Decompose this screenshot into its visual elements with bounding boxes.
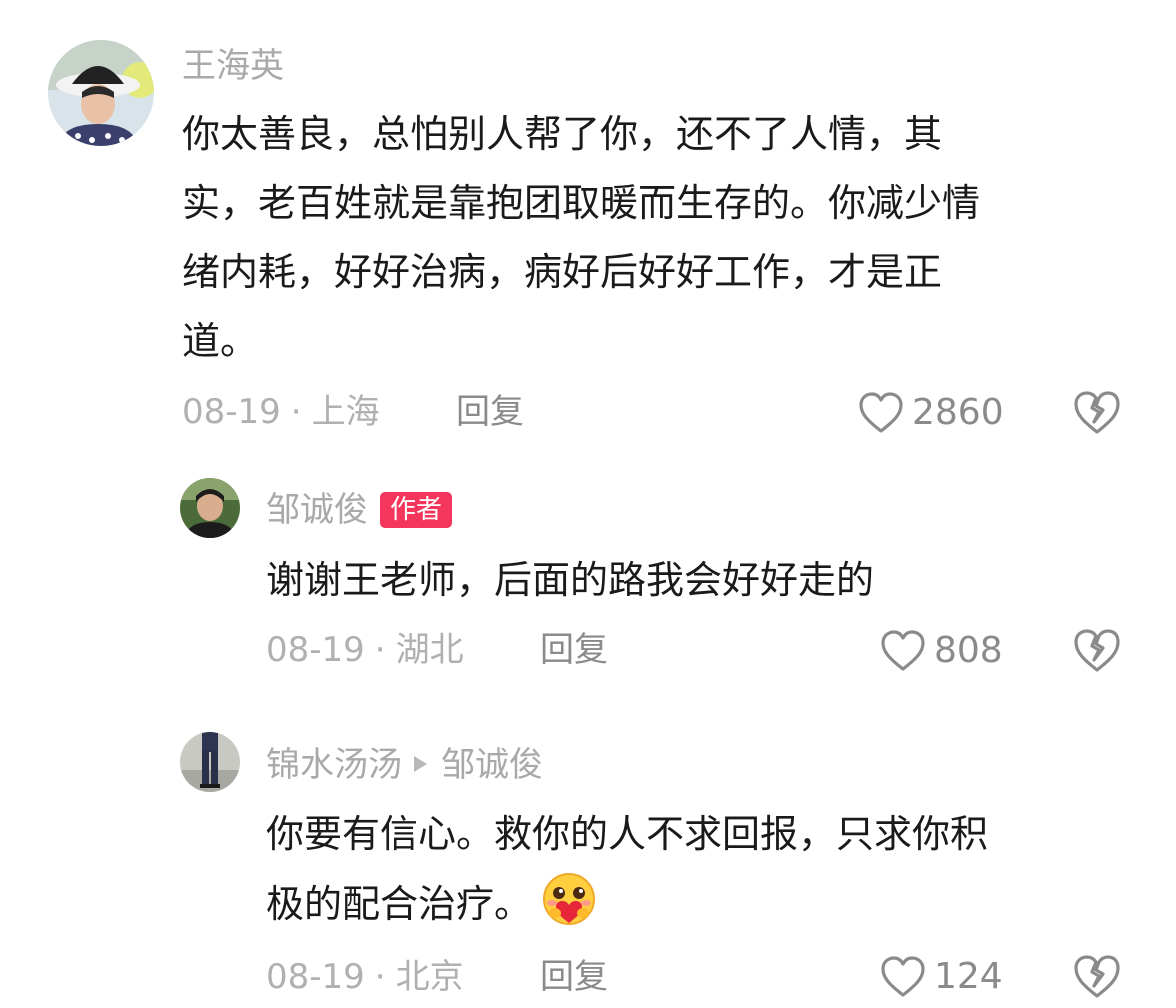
comment-text-line: 你太善良，总怕别人帮了你，还不了人情，其 xyxy=(182,112,943,156)
heart-outline-icon xyxy=(881,630,925,671)
comment-text-line: 道。 xyxy=(182,319,259,363)
comment-meta: 08-19 · 湖北 xyxy=(266,630,464,670)
reply-author-name[interactable]: 锦水汤汤 xyxy=(266,745,402,785)
reply-button[interactable]: 回复 xyxy=(540,957,608,997)
reply-username: 邹诚俊 作者 xyxy=(266,490,453,530)
comment-location: 湖北 xyxy=(395,630,464,670)
reply-button[interactable]: 回复 xyxy=(456,392,524,432)
comment-meta: 08-19 · 上海 xyxy=(182,392,380,432)
avatar[interactable] xyxy=(180,478,240,538)
broken-heart-icon[interactable] xyxy=(1072,626,1122,676)
comment-text: 你太善良，总怕别人帮了你，还不了人情，其 实，老百姓就是靠抱团取暖而生存的。你减… xyxy=(182,100,980,376)
reply-to-arrow-icon xyxy=(414,756,427,772)
comment-text-line: 极的配合治疗。 xyxy=(266,869,988,939)
comment-text-line: 你要有信心。救你的人不求回报，只求你积 xyxy=(266,812,989,856)
like-count: 808 xyxy=(934,630,1003,671)
comment-text-line: 实，老百姓就是靠抱团取暖而生存的。你减少情 xyxy=(182,181,981,225)
broken-heart-icon[interactable] xyxy=(1072,388,1122,438)
like-button[interactable]: 2860 xyxy=(858,388,1004,438)
avatar[interactable] xyxy=(180,732,240,792)
avatar[interactable] xyxy=(48,40,154,146)
separator-dot: · xyxy=(374,957,386,997)
comment-date: 08-19 xyxy=(266,957,365,997)
like-count: 2860 xyxy=(912,392,1004,433)
comment-text-line: 绪内耗，好好治病，病好后好好工作，才是正 xyxy=(182,250,943,294)
comment-meta: 08-19 · 北京 xyxy=(266,957,464,997)
author-badge: 作者 xyxy=(380,492,453,528)
heart-outline-icon xyxy=(859,392,903,433)
comment-text-line-text: 极的配合治疗。 xyxy=(266,882,533,926)
like-count: 124 xyxy=(934,956,1003,997)
reply-target-name[interactable]: 邹诚俊 xyxy=(441,745,543,785)
comment-text-line: 谢谢王老师，后面的路我会好好走的 xyxy=(266,558,875,602)
reply-button[interactable]: 回复 xyxy=(540,630,608,670)
hug-heart-emoji xyxy=(543,873,596,925)
like-button[interactable]: 124 xyxy=(880,952,1003,1002)
comment-date: 08-19 xyxy=(182,392,281,432)
reply-author-name[interactable]: 邹诚俊 xyxy=(266,490,368,530)
broken-heart-icon[interactable] xyxy=(1072,952,1122,1002)
reply-username: 锦水汤汤 邹诚俊 xyxy=(266,745,543,785)
comment-username[interactable]: 王海英 xyxy=(182,46,284,86)
separator-dot: · xyxy=(374,630,386,670)
like-button[interactable]: 808 xyxy=(880,626,1003,676)
comment-location: 北京 xyxy=(395,957,464,997)
comment-location: 上海 xyxy=(311,392,380,432)
separator-dot: · xyxy=(290,392,302,432)
reply-text: 谢谢王老师，后面的路我会好好走的 xyxy=(266,546,874,615)
comment-date: 08-19 xyxy=(266,630,365,670)
heart-outline-icon xyxy=(881,956,925,997)
reply-text: 你要有信心。救你的人不求回报，只求你积 极的配合治疗。 xyxy=(266,800,988,939)
